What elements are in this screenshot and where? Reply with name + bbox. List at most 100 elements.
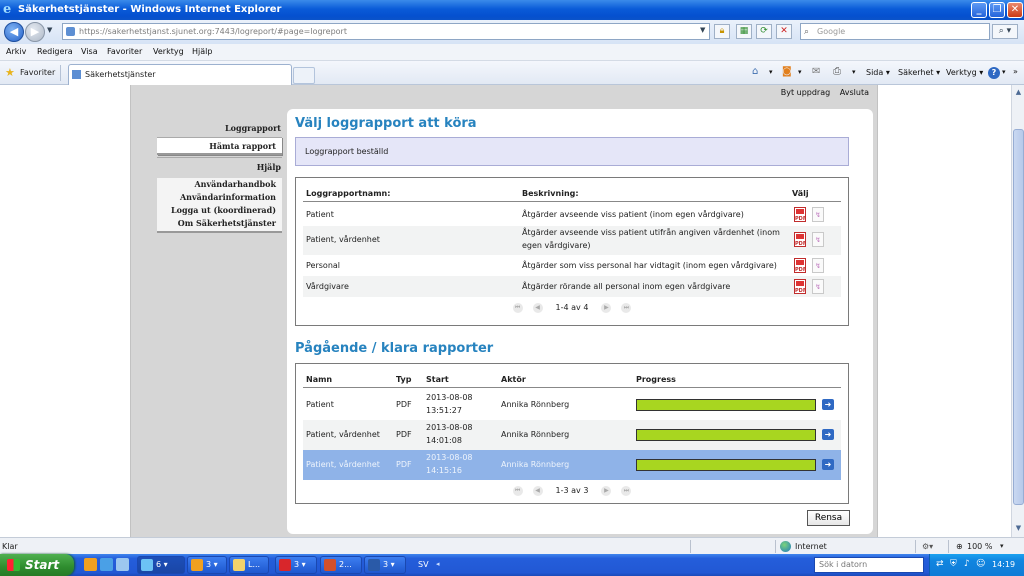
task-label: L... — [248, 560, 261, 569]
sidebar-item-user-manual[interactable]: Användarhandbok — [157, 178, 276, 191]
table-row-selected[interactable]: Patient, vårdenhet PDF 2013-08-08 14:15:… — [303, 450, 841, 480]
next-page-icon[interactable]: ▶ — [601, 486, 612, 496]
zoom-level[interactable]: 100 % — [967, 542, 992, 551]
protected-mode-icon[interactable]: ⚙▾ — [922, 542, 933, 551]
last-page-icon[interactable]: ⏭ — [621, 486, 632, 496]
switch-assignment-link[interactable]: Byt uppdrag — [781, 88, 830, 97]
lock-icon[interactable]: 🔒︎ — [714, 24, 730, 39]
scroll-thumb[interactable] — [1013, 129, 1024, 505]
pager-text: 1-4 av 4 — [555, 303, 589, 312]
home-icon[interactable]: ⌂ — [752, 66, 758, 77]
compatibility-icon[interactable]: ▦ — [736, 24, 752, 39]
network-icon[interactable]: ⇄ — [936, 559, 944, 569]
menu-redigera[interactable]: Redigera — [37, 47, 73, 56]
taskbar-powerpoint[interactable]: 2... — [320, 556, 362, 574]
language-expand-icon[interactable]: ◂ — [436, 560, 440, 568]
taskbar-ie[interactable]: 6 ▾ — [137, 556, 185, 574]
home-dropdown-icon[interactable]: ▾ — [769, 68, 773, 76]
print-dropdown-icon[interactable]: ▾ — [852, 68, 856, 76]
page-menu[interactable]: Sida ▾ — [866, 68, 890, 77]
menu-favoriter[interactable]: Favoriter — [107, 47, 142, 56]
menu-visa[interactable]: Visa — [81, 47, 98, 56]
favorites-star-icon[interactable]: ★ — [5, 66, 15, 79]
view-icon[interactable]: ↯ — [812, 232, 824, 247]
prev-page-icon[interactable]: ◀ — [532, 486, 543, 496]
address-dropdown-icon[interactable]: ▼ — [700, 26, 705, 34]
sidebar-item-about[interactable]: Om Säkerhetstjänster — [157, 217, 276, 230]
close-button[interactable]: ✕ — [1007, 2, 1023, 18]
help-icon[interactable]: ? — [988, 67, 1000, 79]
outlook-icon[interactable] — [84, 558, 97, 571]
taskbar-explorer[interactable]: L... — [229, 556, 269, 574]
tools-menu[interactable]: Verktyg ▾ — [946, 68, 983, 77]
new-tab-button[interactable] — [293, 67, 315, 84]
desktop-search-input[interactable]: Sök i datorn — [814, 557, 924, 573]
scroll-up-icon[interactable]: ▲ — [1013, 87, 1024, 98]
pdf-icon[interactable]: PDF — [794, 207, 806, 222]
minimize-button[interactable]: _ — [971, 2, 987, 18]
search-input[interactable]: ⌕ Google — [800, 23, 990, 40]
search-button[interactable]: ⌕ ▾ — [992, 24, 1018, 39]
taskbar-word[interactable]: 3 ▾ — [364, 556, 406, 574]
desktop-icon[interactable] — [116, 558, 129, 571]
divider — [948, 540, 949, 553]
history-dropdown-icon[interactable]: ▼ — [47, 26, 52, 34]
clear-button[interactable]: Rensa — [807, 510, 850, 526]
view-icon[interactable]: ↯ — [812, 279, 824, 294]
volume-icon[interactable]: ♪ — [964, 559, 970, 569]
taskbar-pdf[interactable]: 3 ▾ — [275, 556, 317, 574]
view-icon[interactable]: ↯ — [812, 207, 824, 222]
sidebar-item-fetch-report[interactable]: Hämta rapport — [157, 137, 282, 155]
open-report-icon[interactable]: ➜ — [822, 459, 834, 470]
first-page-icon[interactable]: ⏮ — [512, 486, 523, 496]
pdf-icon[interactable]: PDF — [794, 279, 806, 294]
open-report-icon[interactable]: ➜ — [822, 429, 834, 440]
sidebar-item-user-info[interactable]: Användarinformation — [157, 191, 276, 204]
back-button[interactable]: ◀ — [4, 22, 24, 42]
forward-button[interactable]: ▶ — [25, 22, 45, 42]
menu-verktyg[interactable]: Verktyg — [153, 47, 184, 56]
pdf-icon[interactable]: PDF — [794, 258, 806, 273]
feeds-icon[interactable]: ◙ — [782, 66, 792, 77]
prev-page-icon[interactable]: ◀ — [532, 303, 543, 313]
open-report-icon[interactable]: ➜ — [822, 399, 834, 410]
view-icon[interactable]: ↯ — [812, 258, 824, 273]
sidebar-item-logout[interactable]: Logga ut (koordinerad) — [157, 204, 276, 217]
zoom-icon[interactable]: ⊕ — [956, 542, 963, 551]
print-icon[interactable]: ⎙ — [833, 66, 841, 77]
taskbar-outlook[interactable]: 3 ▾ — [187, 556, 227, 574]
favorites-button[interactable]: Favoriter — [20, 68, 55, 77]
more-icon[interactable]: » — [1013, 67, 1018, 76]
feeds-dropdown-icon[interactable]: ▾ — [798, 68, 802, 76]
scroll-down-icon[interactable]: ▼ — [1013, 523, 1024, 534]
divider — [775, 540, 776, 553]
sidebar-heading-logreport: Loggrapport — [225, 123, 281, 133]
start-button[interactable]: Start — [0, 554, 74, 576]
menu-arkiv[interactable]: Arkiv — [6, 47, 26, 56]
outlook-task-icon — [191, 559, 203, 571]
next-page-icon[interactable]: ▶ — [601, 303, 612, 313]
language-indicator[interactable]: SV — [418, 560, 429, 569]
desktop-search-icon[interactable]: ⌕ — [909, 558, 915, 569]
tab-title: Säkerhetstjänster — [85, 70, 156, 79]
messenger-icon[interactable]: ☺ — [976, 559, 985, 569]
stop-icon[interactable]: ✕ — [776, 24, 792, 39]
last-page-icon[interactable]: ⏭ — [621, 303, 632, 313]
pdf-icon[interactable]: PDF — [794, 232, 806, 247]
mail-icon[interactable]: ✉ — [812, 66, 820, 77]
maximize-button[interactable]: ❐ — [989, 2, 1005, 18]
address-input[interactable]: https://sakerhetstjanst.sjunet.org:7443/… — [62, 23, 710, 40]
first-page-icon[interactable]: ⏮ — [512, 303, 523, 313]
security-icon[interactable]: ⛨ — [950, 559, 957, 569]
safety-menu[interactable]: Säkerhet ▾ — [898, 68, 940, 77]
report-description: Åtgärder avseende viss patient utifrån a… — [522, 228, 780, 237]
zoom-dropdown-icon[interactable]: ▾ — [1000, 542, 1004, 550]
menu-hjalp[interactable]: Hjälp — [192, 47, 212, 56]
clock[interactable]: 14:19 — [992, 560, 1015, 569]
help-dropdown-icon[interactable]: ▾ — [1002, 68, 1006, 76]
ie-quicklaunch-icon[interactable] — [100, 558, 113, 571]
vertical-scrollbar[interactable]: ▲ ▼ — [1011, 85, 1024, 537]
quit-link[interactable]: Avsluta — [840, 88, 869, 97]
tab-sakerhetstjanster[interactable]: Säkerhetstjänster — [68, 64, 292, 85]
refresh-icon[interactable]: ⟳ — [756, 24, 772, 39]
